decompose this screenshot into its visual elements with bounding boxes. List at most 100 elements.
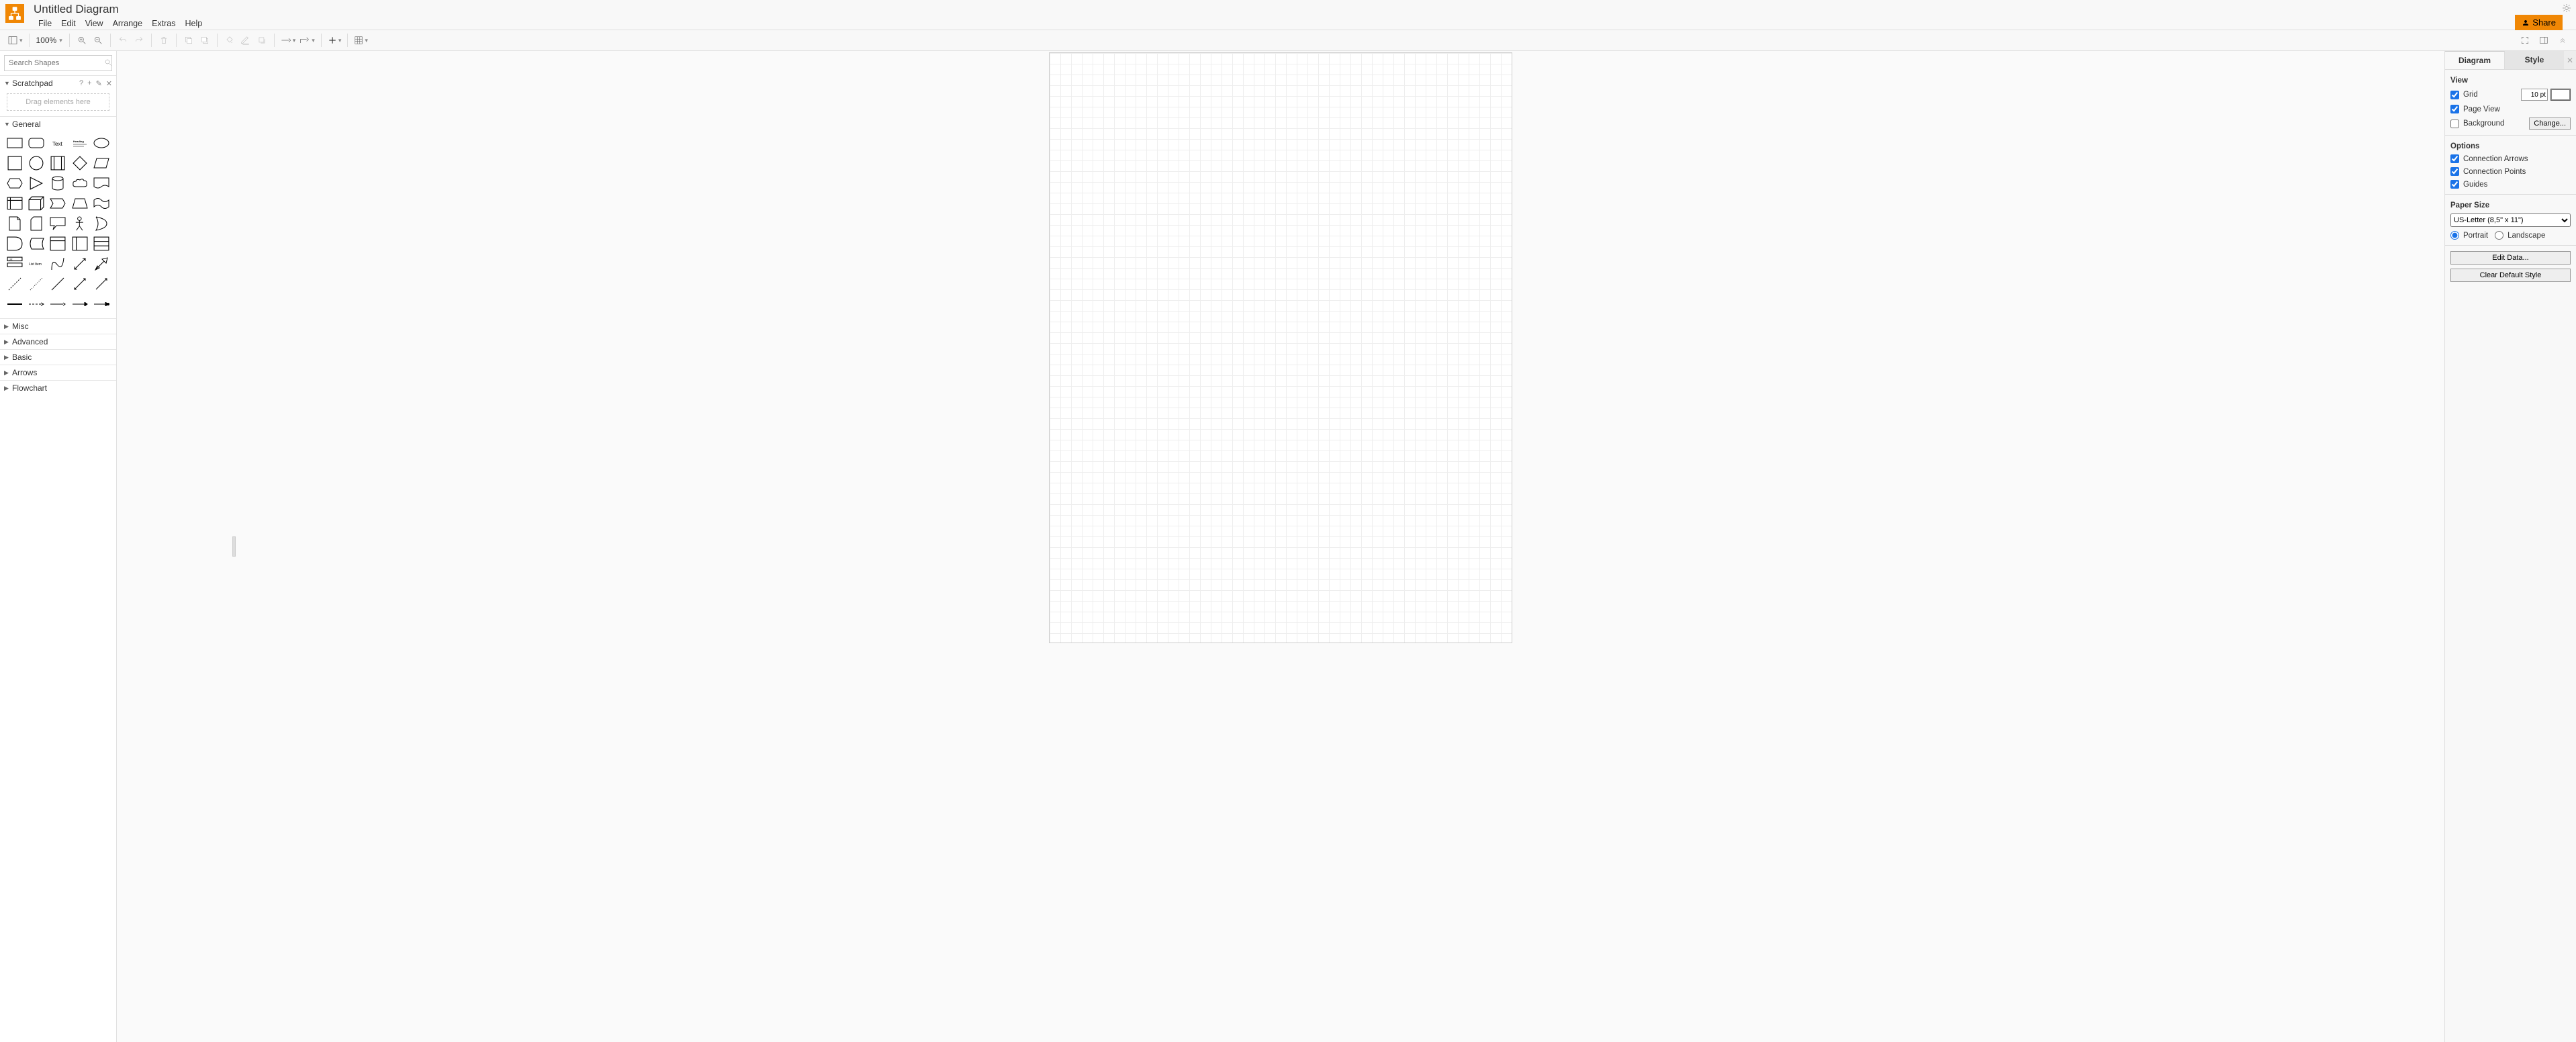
shape-cube[interactable] — [27, 195, 46, 212]
menu-extras[interactable]: Extras — [147, 17, 180, 30]
shadow-button[interactable] — [254, 32, 270, 48]
shape-connector-circle-end[interactable] — [92, 295, 111, 313]
background-checkbox[interactable] — [2450, 120, 2459, 128]
shape-step[interactable] — [48, 195, 67, 212]
document-title[interactable]: Untitled Diagram — [34, 3, 207, 17]
zoom-out-button[interactable] — [90, 32, 106, 48]
shape-arrow-thick[interactable] — [92, 255, 111, 273]
section-misc[interactable]: ▶Misc — [0, 318, 116, 334]
section-advanced[interactable]: ▶Advanced — [0, 334, 116, 349]
zoom-in-button[interactable] — [74, 32, 90, 48]
guides-checkbox[interactable] — [2450, 180, 2459, 189]
scratchpad-help-icon[interactable]: ? — [79, 79, 83, 88]
shape-bidir-connector[interactable] — [71, 275, 89, 293]
section-flowchart[interactable]: ▶Flowchart — [0, 380, 116, 395]
paper-size-select[interactable]: US-Letter (8,5" x 11") — [2450, 214, 2571, 227]
connection-style-button[interactable]: ▾ — [279, 32, 298, 48]
shape-process[interactable] — [48, 154, 67, 172]
shape-connector-dash[interactable] — [27, 295, 46, 313]
tab-diagram[interactable]: Diagram — [2445, 51, 2505, 69]
table-button[interactable]: ▾ — [352, 32, 370, 48]
shape-circle[interactable] — [27, 154, 46, 172]
fill-color-button[interactable] — [222, 32, 238, 48]
shape-tape[interactable] — [92, 195, 111, 212]
shape-internal-storage[interactable] — [5, 195, 24, 212]
shape-bidir-arrow[interactable] — [71, 255, 89, 273]
shape-note[interactable] — [5, 215, 24, 232]
page-view-checkbox[interactable] — [2450, 105, 2459, 113]
scratchpad-header[interactable]: ▼ Scratchpad ? + ✎ ✕ — [0, 75, 116, 91]
canvas[interactable] — [117, 51, 2444, 1042]
collapse-toolbar-button[interactable] — [2555, 32, 2571, 48]
shape-trapezoid[interactable] — [71, 195, 89, 212]
shape-and[interactable] — [5, 235, 24, 252]
to-front-button[interactable] — [181, 32, 197, 48]
shape-text[interactable]: Text — [48, 134, 67, 152]
shape-square[interactable] — [5, 154, 24, 172]
grid-size-input[interactable] — [2521, 89, 2548, 101]
shape-connector-thin[interactable] — [48, 295, 67, 313]
connection-points-checkbox[interactable] — [2450, 167, 2459, 176]
clear-default-style-button[interactable]: Clear Default Style — [2450, 269, 2571, 282]
shape-cylinder[interactable] — [48, 175, 67, 192]
scratchpad-add-icon[interactable]: + — [87, 79, 91, 88]
shape-data-storage[interactable] — [27, 235, 46, 252]
edit-data-button[interactable]: Edit Data... — [2450, 251, 2571, 265]
line-color-button[interactable] — [238, 32, 254, 48]
close-format-panel-icon[interactable]: ✕ — [2564, 51, 2576, 69]
section-arrows[interactable]: ▶Arrows — [0, 365, 116, 380]
menu-file[interactable]: File — [34, 17, 56, 30]
grid-checkbox[interactable] — [2450, 91, 2459, 99]
landscape-radio[interactable] — [2495, 231, 2503, 240]
search-shapes-field[interactable] — [4, 55, 112, 71]
shape-rectangle[interactable] — [5, 134, 24, 152]
undo-button[interactable] — [115, 32, 131, 48]
delete-button[interactable] — [156, 32, 172, 48]
shape-container[interactable] — [48, 235, 67, 252]
shape-cloud[interactable] — [71, 175, 89, 192]
connection-arrows-checkbox[interactable] — [2450, 154, 2459, 163]
shape-link[interactable] — [5, 295, 24, 313]
portrait-radio[interactable] — [2450, 231, 2459, 240]
drawing-page[interactable] — [1049, 52, 1512, 643]
tab-style[interactable]: Style — [2505, 51, 2564, 69]
shape-rounded-rectangle[interactable] — [27, 134, 46, 152]
shape-callout[interactable] — [48, 215, 67, 232]
app-logo[interactable] — [5, 4, 24, 23]
redo-button[interactable] — [131, 32, 147, 48]
to-back-button[interactable] — [197, 32, 213, 48]
theme-toggle-icon[interactable] — [2561, 3, 2572, 13]
shape-document[interactable] — [92, 175, 111, 192]
shape-directional-connector[interactable] — [92, 275, 111, 293]
change-background-button[interactable]: Change... — [2529, 117, 2571, 130]
shape-connector-arrow[interactable] — [71, 295, 89, 313]
shape-diamond[interactable] — [71, 154, 89, 172]
menu-view[interactable]: View — [81, 17, 108, 30]
fullscreen-button[interactable] — [2517, 32, 2533, 48]
shape-dotted-line[interactable] — [27, 275, 46, 293]
scratchpad-dropzone[interactable]: Drag elements here — [7, 93, 109, 111]
shape-hexagon[interactable] — [5, 175, 24, 192]
insert-button[interactable]: ▾ — [326, 32, 344, 48]
grid-color-swatch[interactable] — [2550, 89, 2571, 101]
shape-list-item[interactable]: List Item — [27, 255, 46, 273]
shape-list-group[interactable]: List — [5, 255, 24, 273]
shape-ellipse[interactable] — [92, 134, 111, 152]
shape-container-v[interactable] — [71, 235, 89, 252]
shape-or[interactable] — [92, 215, 111, 232]
shape-dashed-line[interactable] — [5, 275, 24, 293]
shape-actor[interactable] — [71, 215, 89, 232]
shape-line[interactable] — [48, 275, 67, 293]
shape-card[interactable] — [27, 215, 46, 232]
sidebar-splitter[interactable] — [232, 536, 236, 557]
shape-textbox[interactable]: Heading — [71, 134, 89, 152]
section-basic[interactable]: ▶Basic — [0, 349, 116, 365]
format-panel-toggle[interactable] — [2536, 32, 2552, 48]
section-general[interactable]: ▼ General — [0, 116, 116, 132]
menu-help[interactable]: Help — [181, 17, 208, 30]
menu-arrange[interactable]: Arrange — [108, 17, 147, 30]
waypoint-style-button[interactable]: ▾ — [297, 32, 317, 48]
shape-curve[interactable] — [48, 255, 67, 273]
search-shapes-input[interactable] — [9, 59, 104, 67]
share-button[interactable]: Share — [2515, 15, 2563, 30]
